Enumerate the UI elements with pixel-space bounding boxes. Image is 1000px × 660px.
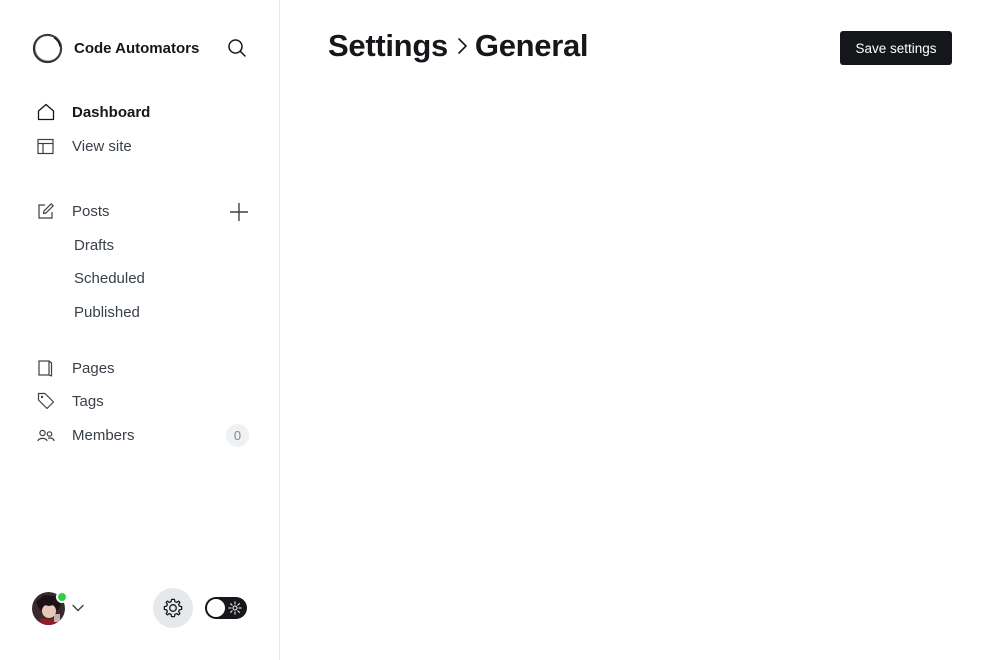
page-icon — [32, 352, 62, 384]
sun-icon — [228, 601, 242, 615]
site-logo-icon — [32, 33, 63, 63]
sidebar-item-drafts[interactable]: Drafts — [74, 231, 114, 259]
layout-icon — [32, 130, 62, 162]
home-icon — [32, 96, 62, 128]
sidebar-item-members[interactable]: Members — [32, 419, 252, 451]
toggle-knob — [207, 599, 225, 617]
sidebar-item-label: Members — [72, 426, 135, 444]
breadcrumb-settings-link[interactable]: Settings — [328, 28, 448, 64]
sidebar-item-label: View site — [72, 137, 132, 155]
site-name: Code Automators — [74, 39, 200, 57]
members-icon — [32, 419, 62, 451]
sidebar: Code Automators Dashboard View site Post… — [0, 0, 280, 660]
theme-toggle[interactable] — [205, 597, 247, 619]
page-title: General — [474, 28, 589, 63]
settings-button[interactable] — [153, 588, 193, 628]
sidebar-item-pages[interactable]: Pages — [32, 352, 252, 384]
add-post-button[interactable] — [226, 199, 252, 225]
sidebar-item-published[interactable]: Published — [74, 298, 140, 326]
pencil-icon — [32, 195, 62, 227]
sidebar-item-dashboard[interactable]: Dashboard — [32, 96, 252, 128]
breadcrumb: Settings General — [328, 26, 589, 66]
brand[interactable]: Code Automators — [32, 32, 252, 64]
chevron-down-icon — [71, 601, 85, 615]
sidebar-item-label: Dashboard — [72, 103, 151, 121]
members-count-badge: 0 — [226, 424, 249, 447]
sidebar-item-label: Tags — [72, 392, 104, 410]
sidebar-item-view-site[interactable]: View site — [32, 130, 252, 162]
plus-icon — [230, 203, 248, 221]
main-content: Settings General Save settings — [281, 0, 1000, 660]
search-button[interactable] — [222, 33, 252, 63]
search-icon — [228, 39, 246, 57]
avatar — [32, 590, 68, 625]
tag-icon — [32, 385, 62, 417]
save-settings-button[interactable]: Save settings — [840, 31, 952, 65]
user-menu[interactable] — [32, 590, 85, 625]
sidebar-item-label: Pages — [72, 359, 115, 377]
sidebar-item-scheduled[interactable]: Scheduled — [74, 264, 145, 292]
chevron-right-icon — [451, 26, 473, 66]
sidebar-item-posts[interactable]: Posts — [32, 195, 252, 227]
sidebar-item-label: Posts — [72, 202, 110, 220]
gear-icon — [163, 598, 183, 618]
sidebar-item-tags[interactable]: Tags — [32, 385, 252, 417]
online-status-dot — [56, 590, 68, 603]
